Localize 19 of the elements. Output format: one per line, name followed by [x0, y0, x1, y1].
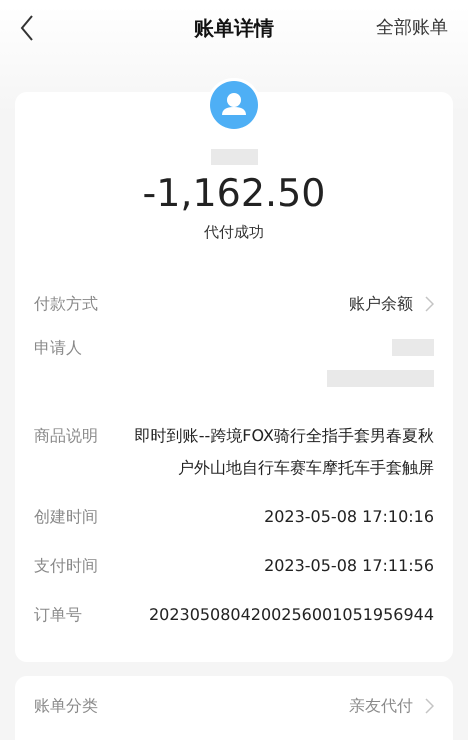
page-title: 账单详情: [194, 14, 274, 42]
status-text: 代付成功: [204, 222, 264, 243]
field-value[interactable]: 账户余额: [349, 292, 413, 316]
back-icon[interactable]: [20, 14, 34, 40]
field-label: 商品说明: [34, 424, 98, 446]
field-label: 创建时间: [34, 506, 98, 528]
field-value: 2023-05-08 17:11:56: [264, 554, 434, 576]
field-value: 即时到账--跨境FOX骑行全指手套男春夏秋户外山地自行车赛车摩托车手套触屏: [134, 424, 434, 478]
field-label: 申请人: [34, 336, 82, 358]
chevron-icon: [425, 296, 434, 312]
all-bills-link[interactable]: 全部账单: [376, 14, 448, 41]
field-value: 2023-05-08 17:10:16: [264, 506, 434, 528]
field-label: 账单分类: [34, 695, 98, 717]
amount: -1,162.50: [142, 170, 326, 217]
field-label: 订单号: [34, 604, 82, 626]
chevron-icon: [425, 698, 434, 714]
field-label: 支付时间: [34, 554, 98, 576]
field-label: 付款方式: [34, 292, 98, 314]
field-value: 2023050804200256001051956944: [148, 604, 434, 626]
